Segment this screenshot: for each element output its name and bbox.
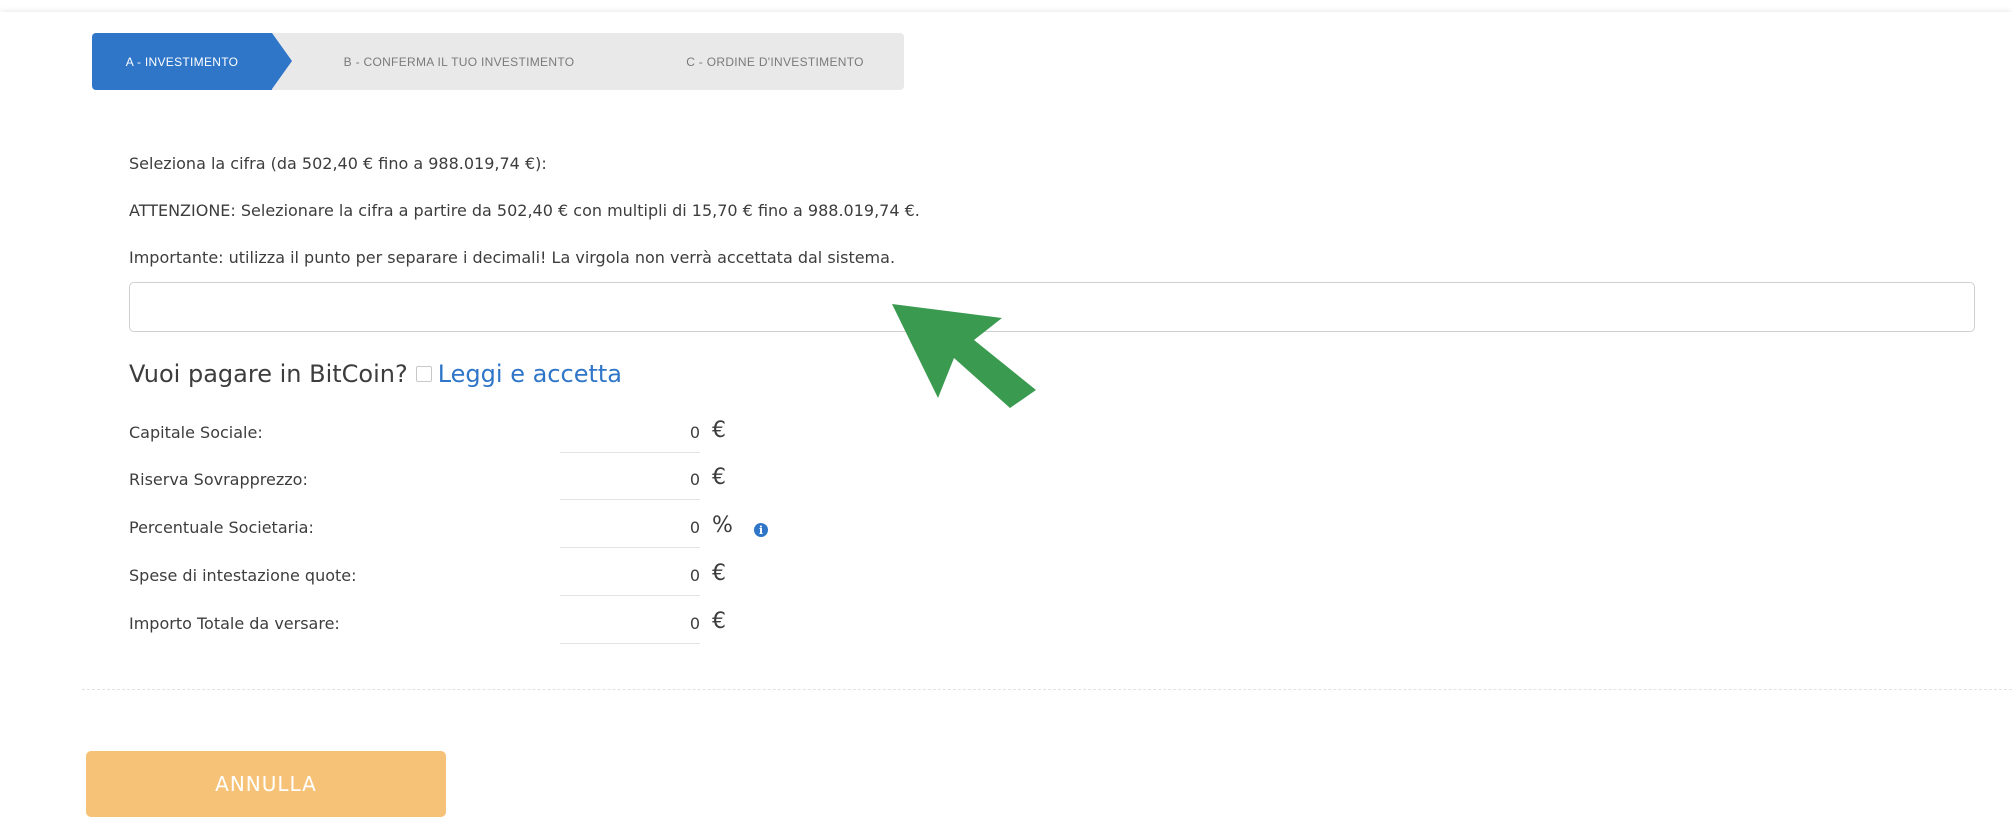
summary-unit: € bbox=[712, 609, 726, 634]
summary-unit: % bbox=[712, 513, 733, 538]
step-label: A - INVESTIMENTO bbox=[125, 54, 239, 69]
step-investimento[interactable]: A - INVESTIMENTO bbox=[92, 33, 292, 90]
warning-text: ATTENZIONE: Selezionare la cifra a parti… bbox=[129, 201, 920, 220]
spese-value: 0 bbox=[560, 566, 700, 596]
step-ordine[interactable]: C - ORDINE D'INVESTIMENTO bbox=[616, 33, 904, 90]
summary-label: Spese di intestazione quote: bbox=[129, 566, 357, 585]
step-conferma[interactable]: B - CONFERMA IL TUO INVESTIMENTO bbox=[272, 33, 636, 90]
cancel-button[interactable]: ANNULLA bbox=[86, 751, 446, 817]
bitcoin-row: Vuoi pagare in BitCoin? Leggi e accetta bbox=[129, 360, 622, 388]
decimal-note: Importante: utilizza il punto per separa… bbox=[129, 248, 896, 267]
range-text: Seleziona la cifra (da 502,40 € fino a 9… bbox=[129, 154, 547, 173]
summary-unit: € bbox=[712, 418, 726, 443]
summary-label: Capitale Sociale: bbox=[129, 423, 263, 442]
summary-unit: € bbox=[712, 465, 726, 490]
pointer-arrow-icon bbox=[892, 304, 1036, 408]
bitcoin-question: Vuoi pagare in BitCoin? bbox=[129, 360, 408, 388]
summary-label: Percentuale Societaria: bbox=[129, 518, 314, 537]
summary-label: Riserva Sovrapprezzo: bbox=[129, 470, 308, 489]
bitcoin-checkbox[interactable] bbox=[415, 366, 432, 382]
step-label: C - ORDINE D'INVESTIMENTO bbox=[686, 54, 864, 69]
step-label: B - CONFERMA IL TUO INVESTIMENTO bbox=[343, 54, 575, 69]
riserva-value: 0 bbox=[560, 470, 700, 500]
terms-link[interactable]: Leggi e accetta bbox=[438, 360, 622, 388]
investment-stepper: A - INVESTIMENTO B - CONFERMA IL TUO INV… bbox=[92, 33, 904, 90]
section-divider bbox=[82, 689, 2012, 690]
percentuale-value: 0 bbox=[560, 518, 700, 548]
capitale-sociale-value: 0 bbox=[560, 423, 700, 453]
importo-totale-value: 0 bbox=[560, 614, 700, 644]
summary-label: Importo Totale da versare: bbox=[129, 614, 340, 633]
summary-unit: € bbox=[712, 561, 726, 586]
info-icon[interactable]: i bbox=[754, 523, 768, 537]
